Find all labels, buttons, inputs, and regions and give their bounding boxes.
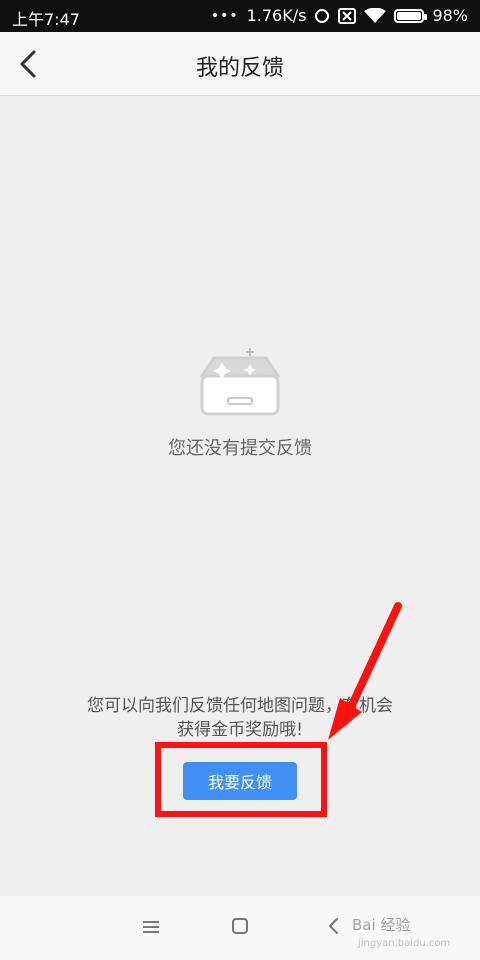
submit-feedback-button[interactable]: 我要反馈 [183, 762, 297, 800]
menu-icon[interactable] [140, 916, 162, 938]
wifi-icon [364, 7, 387, 24]
empty-inbox-icon [199, 348, 281, 416]
watermark: Bai 经验 jingyan.baidu.com [352, 914, 462, 949]
watermark-url: jingyan.baidu.com [358, 938, 451, 949]
annotation-arrow-icon [328, 602, 402, 740]
page-title: 我的反馈 [195, 56, 284, 81]
battery-percent: 98% [432, 6, 468, 25]
watermark-brand: Bai 经验 [352, 916, 411, 934]
status-right: ••• 1.76K/s 98% [211, 6, 468, 25]
app-header: 我的反馈 [0, 32, 480, 96]
home-icon[interactable] [230, 916, 250, 936]
status-time: 上午7:47 [12, 10, 80, 29]
more-indicator-icon: ••• [210, 7, 239, 24]
battery-icon [394, 8, 428, 23]
sync-icon [314, 8, 330, 24]
back-icon[interactable] [324, 916, 344, 936]
empty-state-message: 您还没有提交反馈 [168, 438, 312, 459]
status-bar: 上午7:47 ••• 1.76K/s 98% [0, 0, 480, 32]
no-sim-icon [338, 7, 357, 24]
network-speed: 1.76K/s [246, 6, 307, 25]
